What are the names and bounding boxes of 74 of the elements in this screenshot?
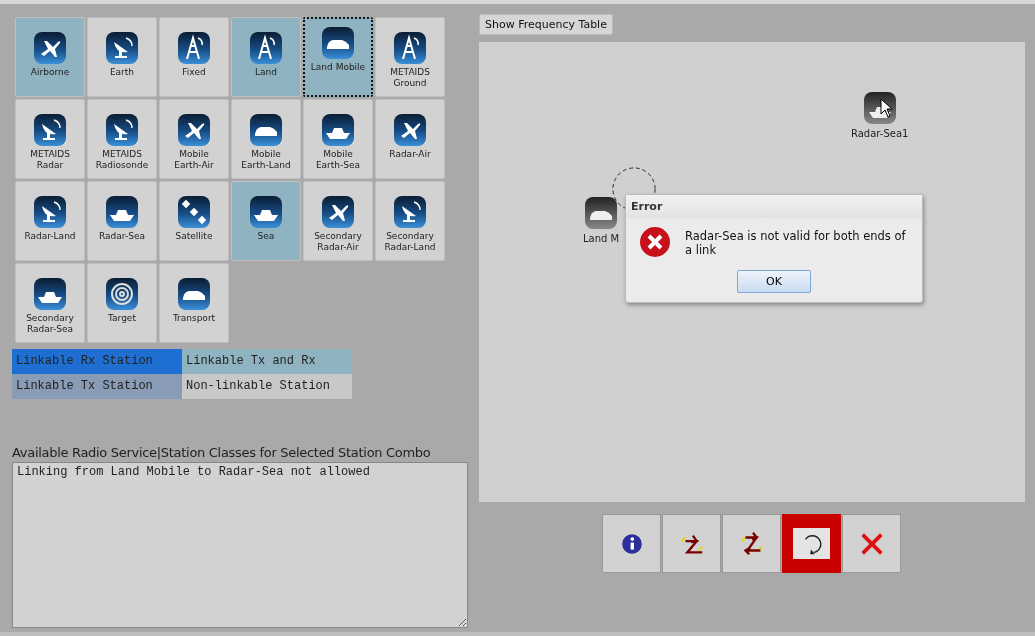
station-label: Mobile Earth-Land (240, 149, 292, 171)
station-label: METAIDS Radiosonde (94, 149, 150, 171)
station-tile[interactable]: Sea (231, 181, 301, 261)
station-tile[interactable]: Land (231, 17, 301, 97)
station-label: Land (254, 67, 278, 78)
station-tile[interactable]: Mobile Earth-Land (231, 99, 301, 179)
dish-icon (106, 32, 138, 64)
dish-icon (34, 114, 66, 146)
station-label: Secondary Radar-Sea (25, 313, 75, 335)
station-tile[interactable]: Radar-Air (375, 99, 445, 179)
dish-icon (106, 114, 138, 146)
station-tile[interactable]: Mobile Earth-Sea (303, 99, 373, 179)
legend-item: Non-linkable Station (182, 374, 352, 399)
station-label: Target (107, 313, 137, 324)
station-label: METAIDS Ground (389, 67, 431, 89)
station-label: Fixed (181, 67, 207, 78)
station-tile[interactable]: Secondary Radar-Air (303, 181, 373, 261)
station-label: Secondary Radar-Land (383, 231, 437, 253)
mouse-pointer-icon (880, 98, 894, 118)
rotate-tool-button[interactable] (782, 514, 841, 573)
legend-item: Linkable Tx Station (12, 374, 182, 399)
ship-icon (322, 114, 354, 146)
station-tile[interactable]: Earth (87, 17, 157, 97)
error-message: Radar-Sea is not valid for both ends of a link (685, 228, 907, 257)
station-label: Secondary Radar-Air (313, 231, 363, 253)
station-tile[interactable]: METAIDS Ground (375, 17, 445, 97)
info-tool-button[interactable] (602, 514, 661, 573)
ok-button[interactable]: OK (737, 270, 811, 293)
station-label: METAIDS Radar (29, 149, 71, 171)
station-label: Mobile Earth-Sea (314, 149, 362, 171)
dialog-title: Error (626, 195, 922, 218)
station-label: Radar-Air (388, 149, 432, 160)
services-heading: Available Radio Service|Station Classes for Selected Station Combo (12, 445, 432, 460)
error-icon (639, 226, 671, 258)
delete-tool-button[interactable] (842, 514, 901, 573)
station-label: Transport (171, 313, 217, 324)
node-label: Radar-Sea1 (851, 128, 909, 139)
station-tile[interactable]: Secondary Radar-Sea (15, 263, 85, 343)
car-node-icon[interactable] (585, 197, 618, 229)
station-label: Land Mobile (310, 62, 366, 73)
ship-icon (250, 196, 282, 228)
dish-icon (34, 196, 66, 228)
station-tile[interactable]: Airborne (15, 17, 85, 97)
station-label: Sea (256, 231, 276, 242)
ship-icon (34, 278, 66, 310)
tower-icon (394, 32, 426, 64)
station-tile[interactable]: METAIDS Radar (15, 99, 85, 179)
station-label: Radar-Land (23, 231, 77, 242)
tower-icon (178, 32, 210, 64)
station-tile[interactable]: Fixed (159, 17, 229, 97)
legend-item: Linkable Tx and Rx (182, 349, 352, 374)
tower-icon (250, 32, 282, 64)
station-label: Radar-Sea (98, 231, 146, 242)
node-label: Land M (583, 233, 620, 244)
target-icon (106, 278, 138, 310)
show-frequency-table-button[interactable]: Show Frequency Table (479, 14, 613, 35)
station-label: Earth (108, 67, 136, 78)
services-text-area[interactable]: Linking from Land Mobile to Radar-Sea not allowed (12, 462, 468, 628)
station-tile[interactable]: Land Mobile (303, 17, 373, 97)
station-tile[interactable]: Radar-Land (15, 181, 85, 261)
station-tile[interactable]: Radar-Sea (87, 181, 157, 261)
station-tile[interactable]: Target (87, 263, 157, 343)
station-tile[interactable]: Satellite (159, 181, 229, 261)
station-label: Satellite (174, 231, 214, 242)
satellite-icon (178, 196, 210, 228)
legend-item: Linkable Rx Station (12, 349, 182, 374)
station-tile[interactable]: METAIDS Radiosonde (87, 99, 157, 179)
station-label: Mobile Earth-Air (173, 149, 215, 171)
ship-icon (106, 196, 138, 228)
station-tile[interactable]: Mobile Earth-Air (159, 99, 229, 179)
dish-icon (394, 196, 426, 228)
station-tile[interactable]: Secondary Radar-Land (375, 181, 445, 261)
station-label: Airborne (29, 67, 71, 78)
station-tile[interactable]: Transport (159, 263, 229, 343)
